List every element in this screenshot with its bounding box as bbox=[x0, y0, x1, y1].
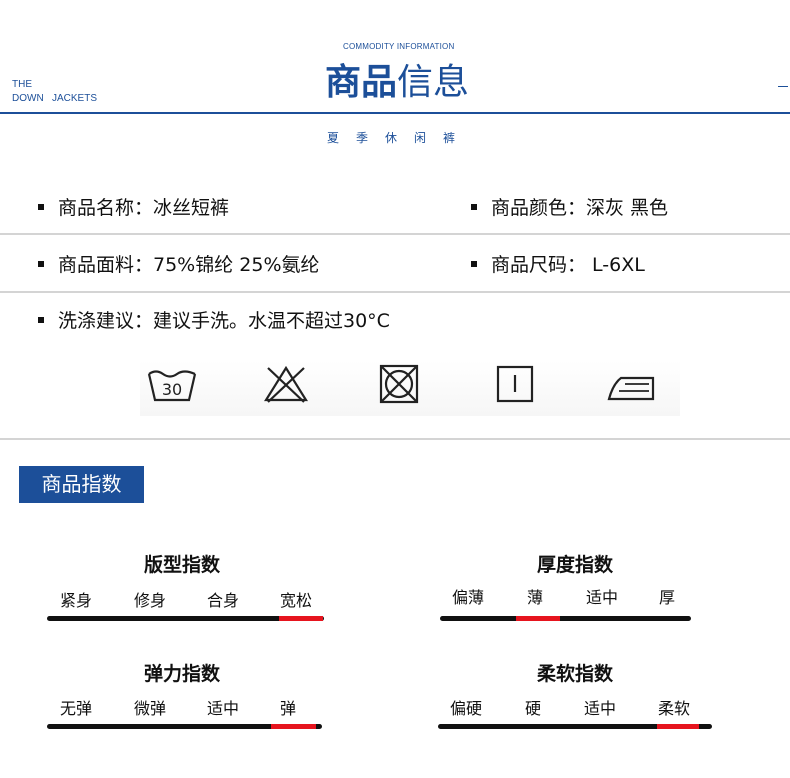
info-color: 商品颜色：深灰 黑色 bbox=[471, 196, 668, 220]
index-selected-marker bbox=[516, 616, 560, 621]
index-scale-label: 无弹 bbox=[60, 699, 93, 718]
index-scale-label: 偏硬 bbox=[450, 699, 483, 718]
index-scale-label: 厚 bbox=[659, 588, 676, 607]
info-name: 商品名称：冰丝短裤 bbox=[38, 196, 229, 220]
index-scale-label: 合身 bbox=[207, 591, 240, 610]
info-size: 商品尺码： L-6XL bbox=[471, 253, 645, 277]
side-label: THE DOWN JACKETS bbox=[12, 78, 97, 106]
index-selected-marker bbox=[271, 724, 316, 729]
bullet bbox=[38, 260, 44, 267]
index-selected-marker bbox=[657, 724, 699, 729]
title-light: 信息 bbox=[397, 62, 470, 103]
title-bold: 商品 bbox=[325, 62, 398, 103]
index-title: 柔软指数 bbox=[537, 663, 614, 685]
iron-icon bbox=[607, 376, 655, 401]
divider-2 bbox=[0, 291, 790, 293]
index-scale-label: 适中 bbox=[207, 699, 240, 718]
info-color-text: 商品颜色：深灰 黑色 bbox=[491, 197, 669, 219]
divider-3 bbox=[0, 438, 790, 440]
wash-30-text: 30 bbox=[162, 380, 182, 399]
index-selected-marker bbox=[279, 616, 323, 621]
index-scale-label: 紧身 bbox=[60, 591, 93, 610]
index-title: 版型指数 bbox=[144, 554, 221, 576]
index-scale-label: 微弹 bbox=[134, 699, 167, 718]
bullet bbox=[471, 203, 477, 210]
divider-1 bbox=[0, 233, 790, 235]
info-name-text: 商品名称：冰丝短裤 bbox=[58, 197, 230, 219]
index-title: 弹力指数 bbox=[144, 663, 221, 685]
index-scale-label: 宽松 bbox=[280, 591, 313, 610]
index-scale-label: 硬 bbox=[525, 699, 542, 718]
no-bleach-icon bbox=[264, 365, 308, 403]
index-scale-label: 适中 bbox=[584, 699, 617, 718]
index-scale-label: 柔软 bbox=[658, 699, 691, 718]
side-label-line1: THE bbox=[12, 79, 32, 90]
index-scale-label: 薄 bbox=[527, 588, 544, 607]
header-tick bbox=[778, 86, 788, 87]
info-fabric-text: 商品面料：75%锦纶 25%氨纶 bbox=[58, 254, 320, 276]
info-fabric: 商品面料：75%锦纶 25%氨纶 bbox=[38, 253, 320, 277]
info-wash-text: 洗涤建议：建议手洗。水温不超过30°C bbox=[58, 310, 390, 332]
subtitle-en: COMMODITY INFORMATION bbox=[343, 42, 455, 51]
index-section-badge: 商品指数 bbox=[19, 466, 144, 503]
index-scale-label: 弹 bbox=[280, 699, 297, 718]
side-label-line2: DOWN JACKETS bbox=[12, 93, 98, 104]
category-label: 夏季休闲裤 bbox=[327, 131, 473, 145]
bullet bbox=[38, 203, 44, 210]
bullet bbox=[38, 316, 44, 323]
index-scale-label: 偏薄 bbox=[452, 588, 485, 607]
index-scale-label: 适中 bbox=[586, 588, 619, 607]
index-scale-label: 修身 bbox=[134, 591, 167, 610]
info-size-text: 商品尺码： L-6XL bbox=[491, 254, 645, 276]
info-wash: 洗涤建议：建议手洗。水温不超过30°C bbox=[38, 309, 390, 333]
drip-dry-icon bbox=[496, 365, 534, 403]
index-scale-bar bbox=[440, 616, 691, 621]
no-tumble-dry-icon bbox=[379, 364, 419, 404]
header-divider bbox=[0, 112, 790, 114]
index-title: 厚度指数 bbox=[537, 554, 614, 576]
bullet bbox=[471, 260, 477, 267]
wash-30-icon: 30 bbox=[147, 370, 197, 402]
page-title: 商品信息 bbox=[325, 60, 469, 106]
